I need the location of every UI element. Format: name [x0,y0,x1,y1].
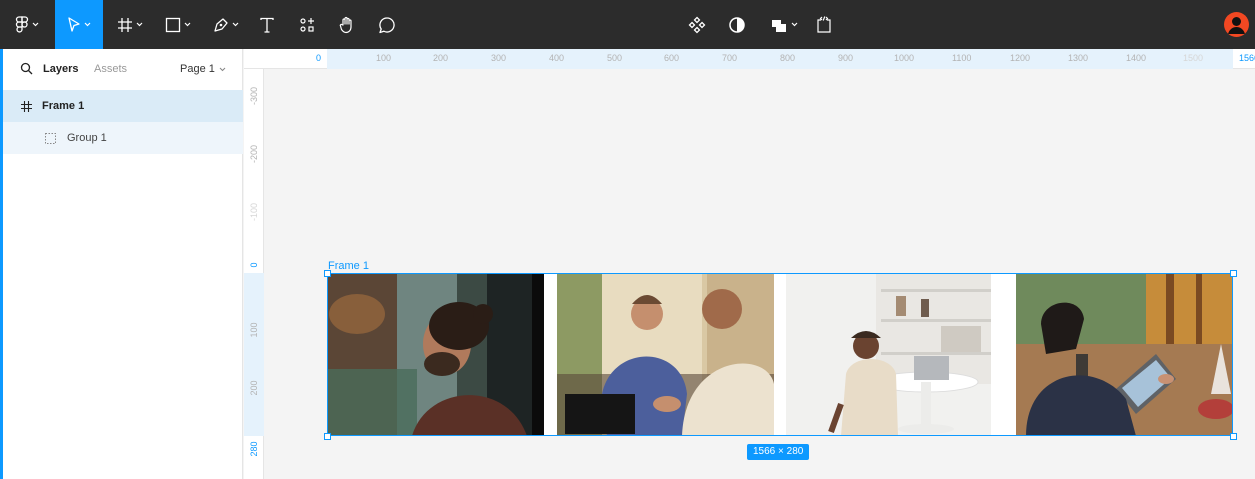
chevron-down-icon [219,67,226,71]
resources-tool-button[interactable] [294,0,320,49]
photo-laughing-man[interactable] [327,274,544,436]
toolbar [0,0,1255,49]
ruler-tick: 200 [249,380,259,396]
chevron-down-icon [184,22,191,27]
mask-icon [729,16,745,33]
page-selector[interactable]: Page 1 [180,63,226,75]
ruler-tick: 280 [249,441,259,457]
layer-row-group-1[interactable]: Group 1 [3,122,243,154]
ruler-tick: -100 [249,203,259,222]
ruler-tick: 400 [549,53,565,63]
ruler-tick: 1000 [894,53,915,63]
ruler-tick: 500 [607,53,623,63]
ruler-tick: 900 [838,53,854,63]
user-avatar[interactable] [1224,12,1249,37]
component-icon [688,16,706,33]
layers-panel: Layers Assets Page 1 Frame 1 Group 1 [3,49,243,479]
resize-handle-top-left[interactable] [324,270,331,277]
design-app: Layers Assets Page 1 Frame 1 Group 1 0 1… [0,0,1255,479]
hand-tool-button[interactable] [334,0,360,49]
comment-icon [379,16,395,33]
frame-label[interactable]: Frame 1 [328,260,369,272]
photo-two-men-laptop-image [557,274,774,436]
tab-layers[interactable]: Layers [43,63,78,75]
create-component-button[interactable] [684,0,710,49]
photo-woman-laptop-table[interactable] [786,274,1001,436]
photo-two-men-laptop[interactable] [557,274,774,436]
mask-button[interactable] [724,0,750,49]
rectangle-icon [165,17,181,32]
layer-row-frame-1[interactable]: Frame 1 [3,90,243,122]
group-icon [45,132,56,144]
ruler-tick: -300 [249,87,259,106]
layer-name: Frame 1 [42,100,85,112]
chevron-down-icon [32,22,39,27]
photo-woman-laptop-table-image [786,274,1001,436]
vertical-ruler: -300 -200 -100 0 100 200 280 [244,69,264,479]
ruler-tick: 1566 [1239,53,1255,63]
comment-tool-button[interactable] [374,0,400,49]
photo-woman-tablet-image [1016,274,1233,436]
layer-name: Group 1 [67,132,107,144]
ruler-tick: 0 [249,262,259,268]
ruler-tick: 600 [664,53,680,63]
search-icon[interactable] [20,62,33,75]
ruler-tick: -200 [249,145,259,164]
dev-mode-button[interactable] [811,0,837,49]
resize-handle-top-right[interactable] [1230,270,1237,277]
chevron-down-icon [791,22,798,27]
user-icon [1228,17,1245,34]
ruler-tick: 1500 [1183,53,1204,63]
ruler-tick: 1400 [1126,53,1147,63]
ruler-tick: 200 [433,53,449,63]
ruler-tick: 1300 [1068,53,1089,63]
resize-handle-bottom-right[interactable] [1230,433,1237,440]
photo-laughing-man-image [327,274,544,436]
text-tool-button[interactable] [254,0,280,49]
tab-assets[interactable]: Assets [94,63,127,75]
resize-handle-bottom-left[interactable] [324,433,331,440]
chevron-down-icon [84,22,91,27]
ruler-tick: 800 [780,53,796,63]
frame-icon [21,100,32,112]
page-selector-label: Page 1 [180,63,215,75]
chevron-down-icon [232,22,239,27]
resources-icon [300,17,314,32]
ruler-tick: 300 [491,53,507,63]
boolean-union-icon [772,19,786,32]
ruler-selection-range [244,273,264,436]
ruler-tick: 100 [376,53,392,63]
text-icon [260,17,274,33]
ruler-tick: 1100 [952,53,972,63]
main-menu-button[interactable] [8,0,46,49]
ruler-tick: 0 [316,53,322,63]
move-tool-button[interactable] [55,0,103,49]
ruler-tick: 100 [249,322,259,338]
ruler-tick: 1200 [1010,53,1031,63]
code-frame-icon [817,15,831,33]
frame-1[interactable] [327,273,1233,436]
frame-icon [118,17,132,32]
photo-woman-tablet[interactable] [1016,274,1233,436]
size-badge: 1566 × 280 [747,444,810,460]
chevron-down-icon [136,22,143,27]
pen-tool-button[interactable] [206,0,246,49]
shape-tool-button[interactable] [158,0,198,49]
cursor-icon [68,16,80,32]
ruler-tick: 700 [722,53,738,63]
pen-icon [214,17,228,32]
hand-icon [339,16,352,33]
figma-logo-icon [15,15,29,33]
panel-header: Layers Assets Page 1 [3,49,242,89]
boolean-button[interactable] [764,0,804,49]
horizontal-ruler: 0 100 200 300 400 500 600 700 800 900 10… [244,49,1255,69]
frame-tool-button[interactable] [110,0,150,49]
